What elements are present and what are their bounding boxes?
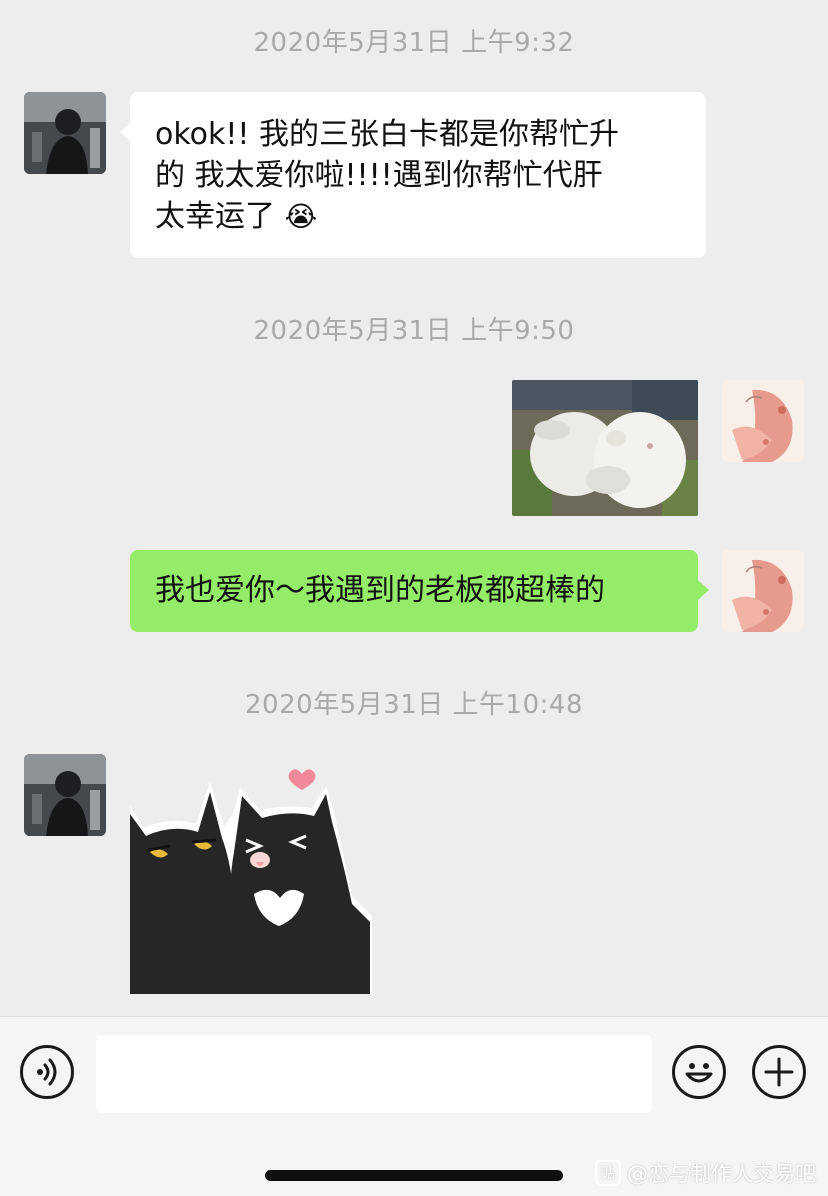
emoji-button[interactable] — [672, 1045, 726, 1099]
contact-avatar[interactable] — [24, 92, 106, 174]
my-avatar[interactable] — [722, 550, 804, 632]
cats-sticker[interactable] — [130, 766, 372, 994]
avatar-portrait-image — [24, 92, 106, 174]
bunny-photo[interactable] — [512, 380, 698, 516]
message-line: 太幸运了 — [155, 199, 275, 234]
smiley-icon — [685, 1063, 713, 1083]
timestamp: 2020年5月31日 上午9:50 — [253, 316, 575, 346]
avatar-portrait-image — [24, 754, 106, 836]
bunnies-image — [512, 380, 698, 516]
incoming-message-bubble[interactable]: okok!! 我的三张白卡都是你帮忙升 的 我太爱你啦!!!!遇到你帮忙代肝 太… — [130, 92, 706, 258]
avatar-illustration-image — [722, 550, 804, 632]
bubble-tail — [698, 580, 709, 600]
message-input[interactable] — [96, 1035, 652, 1113]
timestamp: 2020年5月31日 上午9:32 — [253, 28, 575, 58]
avatar-illustration-image — [722, 380, 804, 462]
voice-button[interactable] — [20, 1045, 74, 1099]
watermark: 贴 @恋与制作人交易吧 — [595, 1158, 816, 1188]
contact-avatar[interactable] — [24, 754, 106, 836]
message-line: 的 我太爱你啦!!!!遇到你帮忙代肝 — [155, 158, 603, 193]
my-avatar[interactable] — [722, 380, 804, 462]
crying-emoji: 😭 — [284, 200, 318, 233]
voice-wave-icon — [37, 1058, 57, 1086]
chat-window: 2020年5月31日 上午9:32 okok!! 我的三张白卡都是你帮忙升 的 … — [0, 0, 828, 1196]
plus-icon — [764, 1057, 794, 1087]
watermark-text: @恋与制作人交易吧 — [627, 1162, 816, 1186]
message-line: okok!! 我的三张白卡都是你帮忙升 — [155, 117, 619, 152]
black-cats-sticker-image — [130, 769, 372, 994]
tieba-logo: 贴 — [595, 1160, 621, 1186]
timestamp: 2020年5月31日 上午10:48 — [245, 690, 583, 720]
home-indicator[interactable] — [265, 1170, 563, 1181]
message-text: 我也爱你～我遇到的老板都超棒的 — [155, 573, 605, 608]
outgoing-message-bubble[interactable]: 我也爱你～我遇到的老板都超棒的 — [130, 550, 698, 632]
more-button[interactable] — [752, 1045, 806, 1099]
